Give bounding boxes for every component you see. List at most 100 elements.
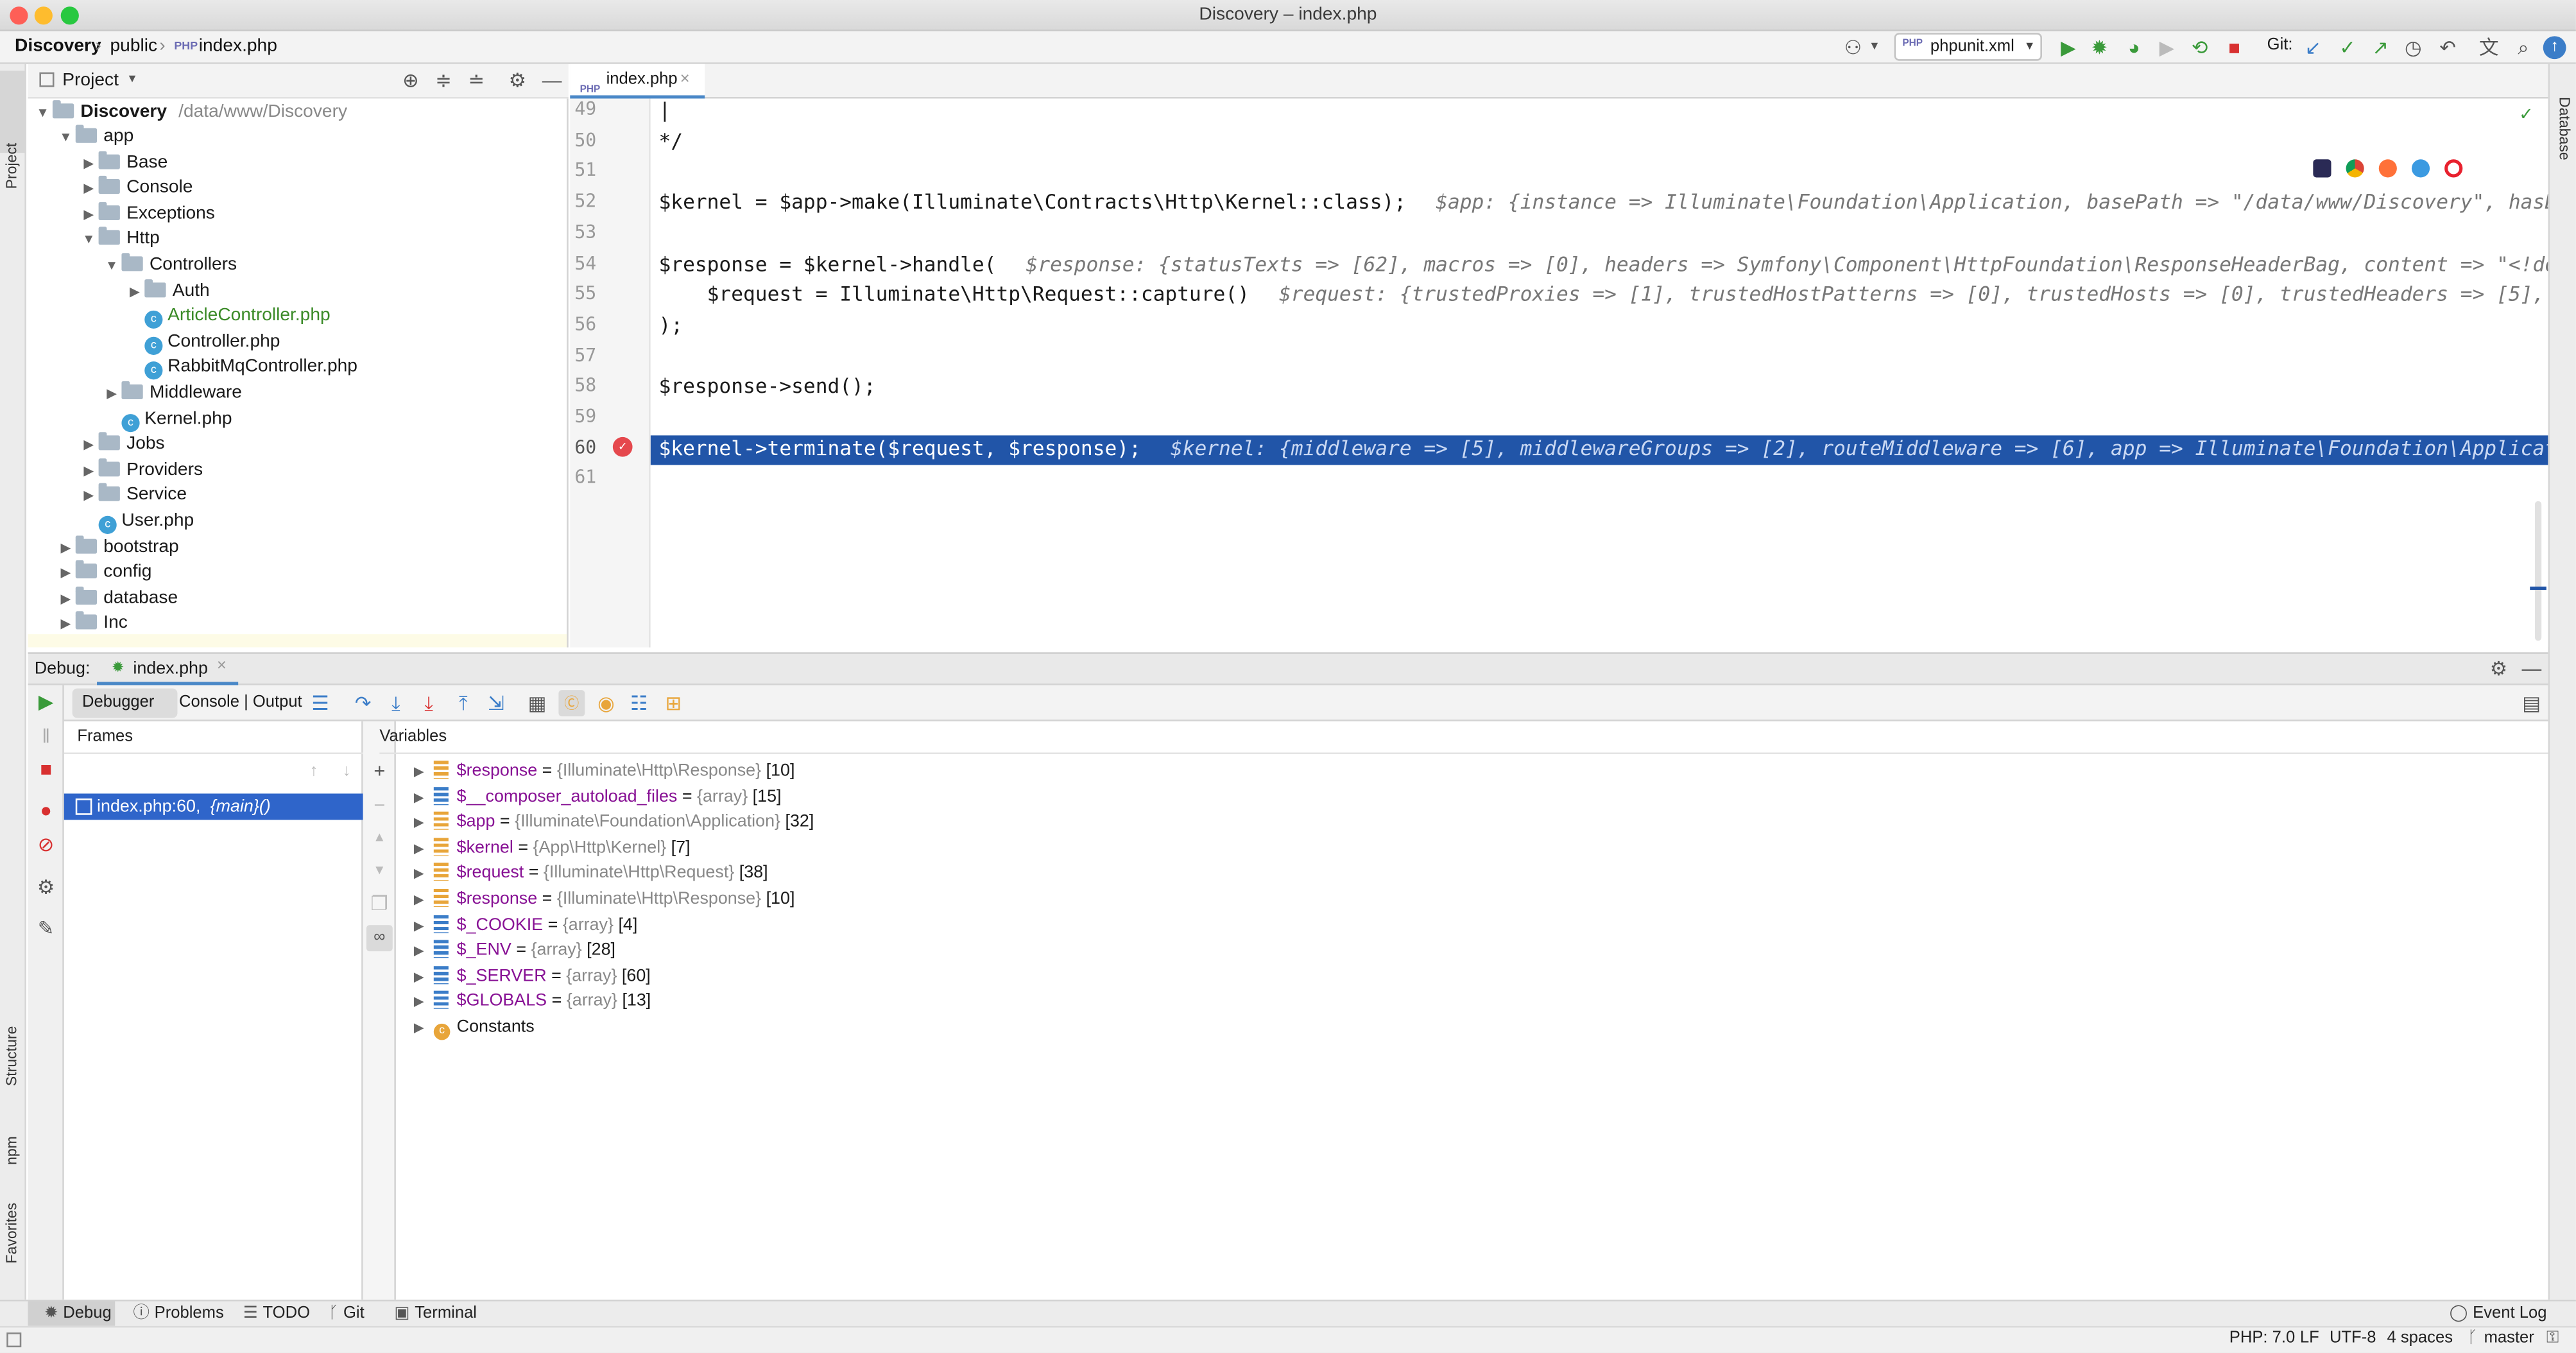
inspection-ok-icon[interactable]: ✓ [2520, 102, 2532, 125]
tab-debugger[interactable]: Debugger [72, 688, 178, 718]
tree-item[interactable]: ▶ config [56, 560, 151, 585]
chevron-right-icon[interactable]: ▶ [79, 458, 99, 483]
tree-item[interactable]: ▶ Service [79, 483, 187, 508]
tree-item[interactable]: ▶ Exceptions [79, 202, 215, 226]
variable-row[interactable]: ▶ $response = {Illuminate\Http\Response} … [409, 887, 794, 911]
frame-item[interactable]: index.php:60, {main}() [64, 793, 363, 820]
chevron-right-icon[interactable]: ▶ [409, 861, 429, 886]
update-icon[interactable]: ↑ [2543, 36, 2566, 60]
tree-item[interactable]: ▼ Controllers [102, 253, 237, 277]
npm-tool-label[interactable]: npm [3, 1136, 20, 1165]
chevron-right-icon[interactable]: ▶ [409, 836, 429, 860]
hide-panel-icon[interactable]: — [539, 67, 565, 94]
tool-tab-git[interactable]: ᚴ Git [329, 1301, 365, 1327]
evaluate-icon[interactable]: ▦ [524, 690, 551, 716]
variable-row[interactable]: ▶ $_COOKIE = {array} [4] [409, 913, 637, 937]
git-update-icon[interactable]: ↙ [2300, 35, 2326, 61]
collapse-all-icon[interactable]: ≐ [463, 67, 490, 94]
project-tool-label[interactable]: Project [3, 143, 20, 189]
add-watch-icon[interactable]: ⊞ [660, 690, 687, 716]
variable-row[interactable]: ▶ $response = {Illuminate\Http\Response} … [409, 759, 794, 784]
database-tool-label[interactable]: Database [2556, 97, 2573, 160]
variable-row[interactable]: ▶ $kernel = {App\Http\Kernel} [7] [409, 836, 691, 860]
project-tool-tab[interactable] [0, 71, 26, 153]
structure-tool-label[interactable]: Structure [3, 1026, 20, 1086]
variable-row[interactable]: ▶ $__composer_autoload_files = {array} [1… [409, 785, 782, 809]
run-config-select[interactable]: PHP phpunit.xml ▼ [1894, 33, 2042, 61]
chevron-right-icon[interactable]: ▶ [79, 150, 99, 175]
chevron-right-icon[interactable]: ▶ [409, 785, 429, 809]
chevron-down-icon[interactable]: ▼ [126, 74, 138, 85]
opera-icon[interactable] [2444, 159, 2463, 178]
glasses-icon[interactable]: ∞ [366, 925, 393, 952]
chevron-right-icon[interactable]: ▶ [409, 938, 429, 963]
tree-item[interactable]: c User.php [79, 510, 194, 534]
tree-item[interactable]: ▼ app [56, 125, 133, 150]
chevron-right-icon[interactable]: ▶ [56, 560, 76, 585]
variable-row[interactable]: ▶ $_ENV = {array} [28] [409, 938, 615, 963]
step-over-icon[interactable]: ↷ [350, 690, 376, 716]
debug-icon[interactable]: ✹ [2086, 35, 2113, 61]
tab-index-php[interactable]: PHP index.php × [570, 64, 705, 99]
stop-icon[interactable]: ■ [33, 756, 59, 782]
class-view-icon[interactable]: Ⓒ [558, 690, 585, 717]
rollback-icon[interactable]: ↶ [2435, 35, 2461, 61]
phpstorm-browser-icon[interactable] [2313, 159, 2331, 178]
php-version[interactable]: PHP: 7.0 [2229, 1329, 2295, 1347]
view-breakpoints-icon[interactable]: ● [33, 797, 59, 823]
favorites-tool-label[interactable]: Favorites [3, 1203, 20, 1264]
chevron-down-icon[interactable]: ▼ [79, 227, 99, 252]
firefox-icon[interactable] [2378, 159, 2397, 178]
gear-icon[interactable]: ⚙ [504, 67, 531, 94]
chevron-right-icon[interactable]: ▶ [56, 612, 76, 636]
file-encoding[interactable]: UTF-8 [2330, 1329, 2376, 1347]
tab-console-output[interactable]: Console | Output [179, 693, 302, 711]
search-icon[interactable]: ⌕ [2511, 35, 2537, 61]
constants-row[interactable]: ▶ c Constants [409, 1015, 535, 1040]
tool-tab-terminal[interactable]: ▣ Terminal [394, 1301, 477, 1327]
chevron-right-icon[interactable]: ▶ [79, 433, 99, 457]
chevron-right-icon[interactable]: ▶ [409, 990, 429, 1014]
hide-panel-icon[interactable]: — [2518, 655, 2545, 682]
variable-row[interactable]: ▶ $GLOBALS = {array} [13] [409, 990, 651, 1014]
stop-icon[interactable]: ■ [2221, 35, 2247, 61]
git-push-icon[interactable]: ↗ [2367, 35, 2394, 61]
git-branch[interactable]: master [2484, 1329, 2534, 1347]
translate-icon[interactable]: 文 [2476, 35, 2502, 61]
breadcrumb-project[interactable]: Discovery [15, 36, 101, 56]
variable-row[interactable]: ▶ $request = {Illuminate\Http\Request} [3… [409, 861, 768, 886]
tree-item[interactable]: c Kernel.php [102, 407, 232, 432]
chevron-right-icon[interactable]: ▶ [79, 176, 99, 200]
indent-setting[interactable]: 4 spaces [2387, 1329, 2453, 1347]
tree-item[interactable]: ▶ Base [79, 150, 167, 175]
rerun-icon[interactable]: ⟲ [2186, 35, 2213, 61]
tree-item[interactable]: ▶ Middleware [102, 381, 242, 406]
chevron-down-icon[interactable]: ▼ [56, 125, 76, 150]
chevron-right-icon[interactable]: ▶ [125, 279, 145, 303]
tool-tab-todo[interactable]: ☰ TODO [243, 1301, 310, 1327]
tree-item[interactable]: ▶ bootstrap [56, 535, 179, 559]
chevron-right-icon[interactable]: ▶ [56, 535, 76, 559]
watch-icon[interactable]: ◉ [593, 690, 619, 716]
chevron-right-icon[interactable]: ▶ [56, 586, 76, 610]
safari-icon[interactable] [2411, 159, 2430, 178]
layout-toggle-icon[interactable] [6, 1332, 22, 1348]
chevron-down-icon[interactable]: ▼ [1861, 35, 1887, 61]
mute-breakpoints-icon[interactable]: ⊘ [33, 831, 59, 857]
event-log-button[interactable]: ◯ Event Log [2450, 1301, 2547, 1327]
add-icon[interactable]: + [366, 757, 393, 784]
frames-menu-icon[interactable]: ☰ [307, 690, 334, 716]
chevron-right-icon[interactable]: ▶ [409, 887, 429, 911]
chevron-down-icon[interactable]: ▼ [102, 253, 122, 277]
tree-root[interactable]: ▼ Discovery /data/www/Discovery [33, 100, 347, 125]
chevron-right-icon[interactable]: ▶ [409, 811, 429, 835]
chevron-right-icon[interactable]: ▶ [409, 1015, 429, 1040]
close-icon[interactable]: × [217, 657, 227, 675]
chrome-icon[interactable] [2346, 159, 2364, 178]
close-icon[interactable]: × [680, 64, 690, 96]
gear-icon[interactable]: ⚙ [2486, 655, 2512, 682]
run-icon[interactable]: ▶ [2055, 35, 2081, 61]
debug-session-tab[interactable]: ✹ index.php × [97, 654, 239, 685]
history-icon[interactable]: ◷ [2400, 35, 2426, 61]
expand-all-icon[interactable]: ≑ [431, 67, 457, 94]
